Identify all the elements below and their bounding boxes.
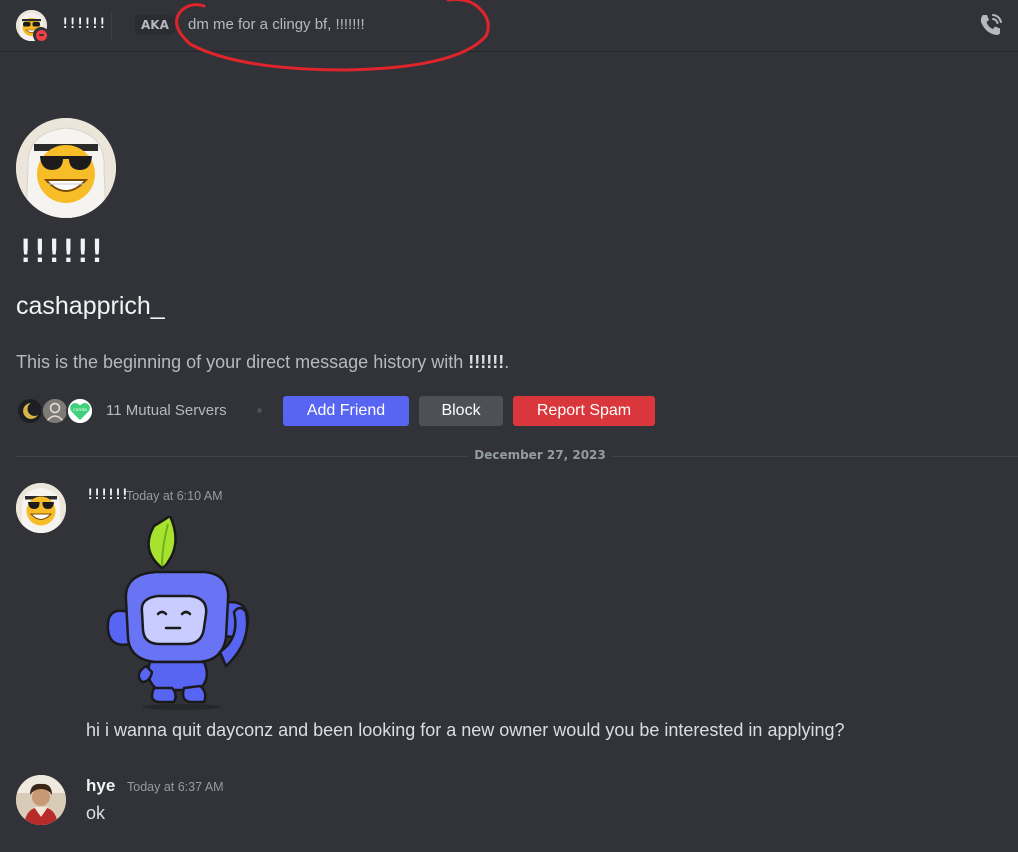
profile-username: cashapprich_ [16, 292, 165, 320]
phone-call-icon[interactable] [977, 12, 1005, 38]
header-display-name[interactable]: !!!!!! [61, 16, 107, 32]
add-friend-button[interactable]: Add Friend [283, 396, 409, 426]
dm-beginning-suffix: . [504, 352, 510, 372]
message-avatar[interactable] [16, 483, 66, 533]
dnd-status-icon [33, 27, 49, 43]
profile-avatar[interactable] [16, 118, 116, 218]
dm-beginning-prefix: This is the beginning of your direct mes… [16, 352, 469, 372]
server-badge-text: conda [73, 407, 87, 413]
block-button[interactable]: Block [419, 396, 503, 426]
wumpus-waving-sticker[interactable] [100, 516, 260, 712]
report-spam-button[interactable]: Report Spam [513, 396, 655, 426]
dm-beginning-text: This is the beginning of your direct mes… [16, 352, 509, 373]
message-timestamp: Today at 6:10 AM [126, 489, 223, 503]
user-server-icon [41, 397, 69, 425]
heart-server-icon: conda [66, 397, 94, 425]
dm-header: !!!!!! AKA dm me for a clingy bf, !!!!!!… [0, 0, 1018, 72]
cool-emoji-avatar-icon [16, 483, 66, 533]
message-author[interactable]: hye [86, 776, 115, 796]
aka-names[interactable]: dm me for a clingy bf, !!!!!!! [188, 16, 365, 33]
message-author[interactable]: !!!!!! [86, 487, 129, 503]
date-divider: December 27, 2023 [474, 448, 606, 462]
moon-server-icon [16, 397, 44, 425]
message-text: hi i wanna quit dayconz and been looking… [86, 720, 845, 740]
mutual-servers-link[interactable]: 11 Mutual Servers [106, 402, 227, 419]
header-divider [111, 13, 112, 39]
message-timestamp: Today at 6:37 AM [127, 780, 224, 794]
person-photo-avatar-icon [16, 775, 66, 825]
message-text: ok [86, 803, 106, 823]
red-annotation-circle [175, 0, 490, 72]
date-divider-line [16, 456, 468, 457]
dm-beginning-name: !!!!!! [468, 352, 505, 372]
dot-separator [257, 408, 262, 413]
date-divider-line [612, 456, 1018, 457]
mutual-servers-icons[interactable]: conda [16, 397, 98, 427]
cool-emoji-avatar-icon [16, 118, 116, 218]
profile-display-name: !!!!!! [16, 232, 107, 270]
message-avatar[interactable] [16, 775, 66, 825]
aka-badge: AKA [135, 15, 175, 35]
